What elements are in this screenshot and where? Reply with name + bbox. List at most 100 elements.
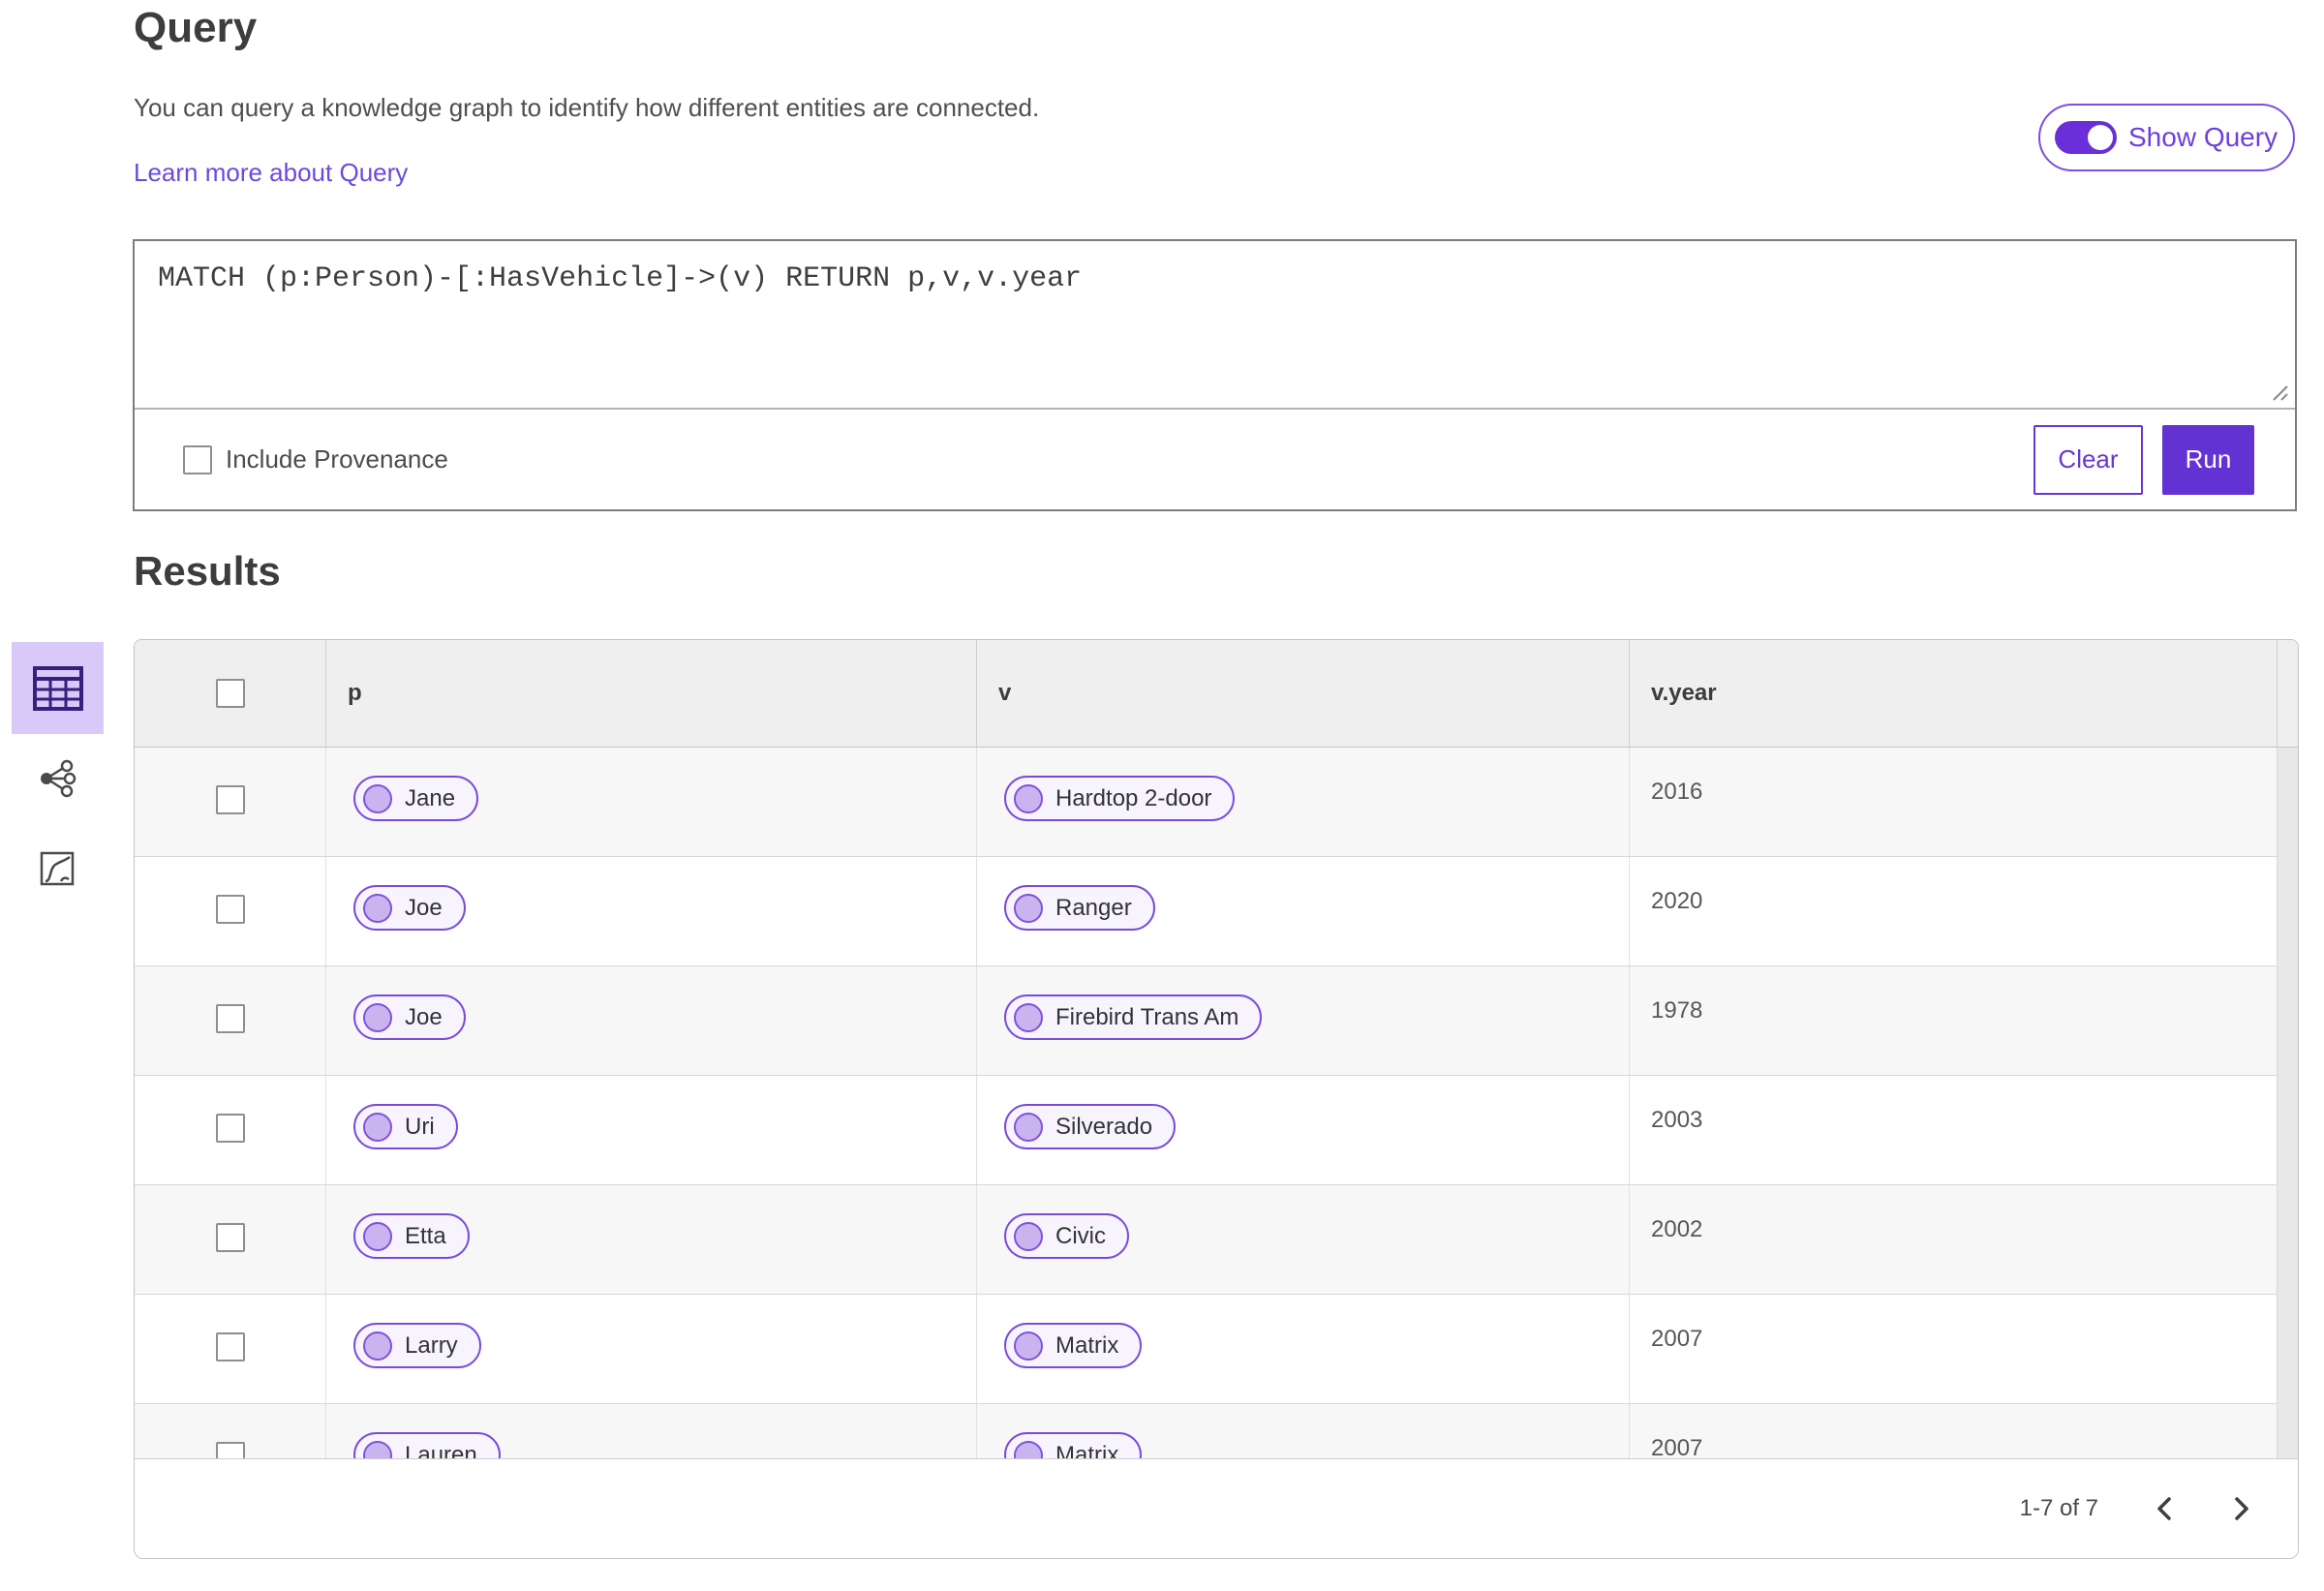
row-cell-p: Uri — [326, 1076, 977, 1184]
vehicle-pill-label: Matrix — [1055, 1331, 1119, 1359]
include-provenance-label: Include Provenance — [226, 444, 448, 474]
vehicle-pill[interactable]: Hardtop 2-door — [1004, 776, 1236, 821]
person-pill[interactable]: Larry — [353, 1323, 481, 1368]
toggle-on-icon[interactable] — [2055, 121, 2117, 154]
vehicle-pill-label: Firebird Trans Am — [1055, 1003, 1239, 1030]
vehicle-pill[interactable]: Ranger — [1004, 885, 1155, 931]
show-query-label: Show Query — [2128, 122, 2278, 152]
pagination-next-button[interactable] — [2220, 1487, 2263, 1530]
pagination-prev-button[interactable] — [2143, 1487, 2186, 1530]
clear-button[interactable]: Clear — [2034, 424, 2143, 495]
include-provenance-checkbox[interactable] — [183, 444, 212, 474]
row-select-cell — [135, 1185, 326, 1294]
query-textarea[interactable]: MATCH (p:Person)-[:HasVehicle]->(v) RETU… — [135, 241, 2295, 410]
node-dot-icon — [1014, 1112, 1043, 1142]
person-pill[interactable]: Joe — [353, 885, 466, 931]
person-pill-label: Joe — [405, 894, 443, 921]
query-actions-bar: Include Provenance Clear Run — [135, 410, 2295, 509]
include-provenance-control[interactable]: Include Provenance — [183, 444, 448, 474]
vehicle-pill-label: Hardtop 2-door — [1055, 784, 1212, 811]
person-pill[interactable]: Joe — [353, 994, 466, 1040]
pagination-range: 1-7 of 7 — [2019, 1495, 2098, 1521]
row-cell-vyear: 2020 — [1651, 888, 1703, 914]
person-pill-label: Joe — [405, 1003, 443, 1030]
results-table-card: p v v.year Jane Hardtop 2-door 2016 Joe … — [134, 639, 2299, 1559]
row-checkbox[interactable] — [215, 1442, 245, 1458]
learn-more-link[interactable]: Learn more about Query — [134, 158, 408, 188]
person-pill[interactable]: Uri — [353, 1104, 458, 1149]
row-checkbox[interactable] — [215, 1114, 245, 1143]
page-description: You can query a knowledge graph to ident… — [134, 93, 1040, 122]
person-pill-label: Jane — [405, 784, 456, 811]
table-view-button[interactable] — [12, 642, 104, 734]
network-icon — [41, 759, 76, 798]
row-cell-vyear: 2007 — [1651, 1435, 1703, 1458]
show-query-toggle[interactable]: Show Query — [2038, 104, 2295, 171]
row-cell-p: Lauren — [326, 1404, 977, 1458]
row-checkbox[interactable] — [215, 1004, 245, 1033]
node-dot-icon — [363, 1112, 392, 1142]
row-cell-vyear: 1978 — [1651, 997, 1703, 1024]
node-dot-icon — [363, 783, 392, 813]
node-dot-icon — [363, 893, 392, 923]
vehicle-pill-label: Ranger — [1055, 894, 1132, 921]
row-cell-vyear: 2002 — [1651, 1216, 1703, 1242]
results-title: Results — [134, 548, 281, 594]
chevron-left-icon — [2157, 1497, 2171, 1520]
table-row: Etta Civic 2002 — [135, 1185, 2277, 1295]
chevron-right-icon — [2235, 1497, 2248, 1520]
vehicle-pill[interactable]: Firebird Trans Am — [1004, 994, 1263, 1040]
node-dot-icon — [1014, 1440, 1043, 1458]
vehicle-pill[interactable]: Civic — [1004, 1213, 1129, 1259]
row-cell-v: Silverado — [977, 1076, 1630, 1184]
header-select-cell — [135, 640, 326, 747]
row-cell-p: Etta — [326, 1185, 977, 1294]
person-pill-label: Etta — [405, 1222, 446, 1249]
graph-view-button[interactable] — [25, 752, 89, 805]
query-page: Query You can query a knowledge graph to… — [0, 0, 2324, 1591]
row-checkbox[interactable] — [215, 1332, 245, 1362]
person-pill-label: Uri — [405, 1113, 435, 1140]
vehicle-pill-label: Civic — [1055, 1222, 1106, 1249]
query-text: MATCH (p:Person)-[:HasVehicle]->(v) RETU… — [158, 262, 1083, 295]
row-cell-v: Matrix — [977, 1295, 1630, 1403]
page-title: Query — [134, 4, 258, 51]
person-pill[interactable]: Etta — [353, 1213, 470, 1259]
person-pill[interactable]: Lauren — [353, 1432, 501, 1458]
vehicle-pill[interactable]: Silverado — [1004, 1104, 1177, 1149]
row-cell-v: Civic — [977, 1185, 1630, 1294]
row-cell-p: Jane — [326, 748, 977, 856]
vehicle-pill-label: Matrix — [1055, 1441, 1119, 1459]
table-row: Jane Hardtop 2-door 2016 — [135, 748, 2277, 857]
row-cell-p: Larry — [326, 1295, 977, 1403]
chart-icon — [40, 851, 75, 886]
row-cell-v: Firebird Trans Am — [977, 966, 1630, 1075]
row-select-cell — [135, 1295, 326, 1403]
row-select-cell — [135, 857, 326, 965]
scrollbar-thumb[interactable] — [2277, 748, 2298, 1458]
chart-view-button[interactable] — [25, 842, 89, 895]
node-dot-icon — [363, 1440, 392, 1458]
toggle-knob — [2088, 125, 2113, 150]
table-row: Uri Silverado 2003 — [135, 1076, 2277, 1185]
table-row: Joe Firebird Trans Am 1978 — [135, 966, 2277, 1076]
vehicle-pill[interactable]: Matrix — [1004, 1323, 1143, 1368]
vehicle-pill-label: Silverado — [1055, 1113, 1153, 1140]
person-pill[interactable]: Jane — [353, 776, 479, 821]
table-scrollbar[interactable] — [2277, 640, 2298, 1458]
row-select-cell — [135, 1076, 326, 1184]
select-all-checkbox[interactable] — [215, 679, 245, 708]
run-button[interactable]: Run — [2162, 424, 2254, 495]
row-cell-vyear: 2007 — [1651, 1326, 1703, 1352]
row-select-cell — [135, 1404, 326, 1458]
row-checkbox[interactable] — [215, 785, 245, 814]
row-cell-vyear: 2003 — [1651, 1107, 1703, 1133]
row-checkbox[interactable] — [215, 895, 245, 924]
vehicle-pill[interactable]: Matrix — [1004, 1432, 1143, 1459]
row-checkbox[interactable] — [215, 1223, 245, 1252]
node-dot-icon — [363, 1002, 392, 1032]
node-dot-icon — [1014, 783, 1043, 813]
row-select-cell — [135, 966, 326, 1075]
table-row: Larry Matrix 2007 — [135, 1295, 2277, 1404]
resize-handle-icon[interactable] — [2270, 382, 2289, 402]
